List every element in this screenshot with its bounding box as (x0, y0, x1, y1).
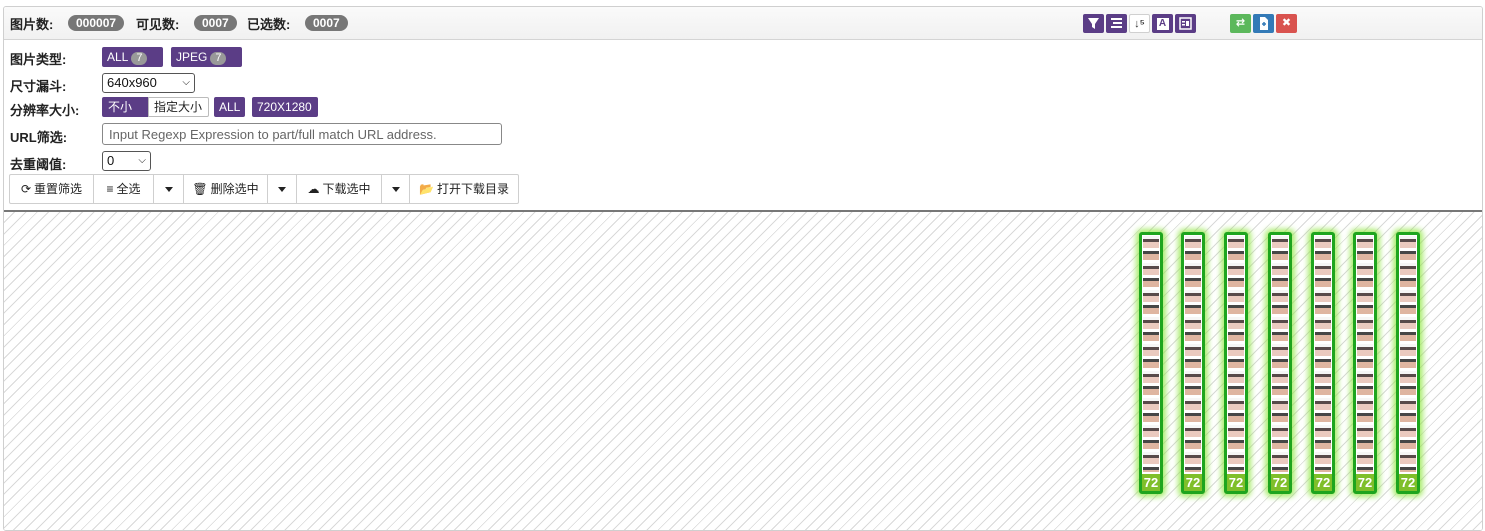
dedup-threshold-label: 去重阈值: (10, 157, 67, 172)
resolution-mode-exact[interactable]: 指定大小 (148, 97, 209, 117)
download-dropdown[interactable] (382, 175, 410, 203)
view-button[interactable] (1175, 14, 1196, 33)
sort-button[interactable]: ↓⁵ (1129, 14, 1150, 33)
filter-button[interactable] (1083, 14, 1104, 33)
type-all-label: ALL (107, 50, 129, 64)
resolution-tag: 72 (1142, 474, 1160, 491)
select-all-dropdown[interactable] (154, 175, 184, 203)
type-jpeg-count: 7 (210, 52, 227, 65)
image-thumbnail[interactable]: 72 (1396, 232, 1420, 494)
download-selected-label: 下载选中 (322, 182, 371, 196)
thumbnail-image (1228, 236, 1244, 472)
total-count-label: 图片数: (10, 17, 54, 32)
resolution-tag: 72 (1399, 474, 1417, 491)
download-selected-button[interactable]: ☁ 下载选中 (297, 175, 382, 203)
resolution-tag: 72 (1227, 474, 1245, 491)
resolution-filter-all[interactable]: ALL (214, 97, 245, 117)
url-filter-label: URL筛选: (10, 130, 68, 145)
reset-filter-button[interactable]: ⟳ 重置筛选 (10, 175, 94, 203)
image-thumbnail[interactable]: 72 (1181, 232, 1205, 494)
image-thumbnail[interactable]: 72 (1224, 232, 1248, 494)
resolution-mode-min[interactable]: 不小于 (102, 97, 148, 132)
resolution-tag: 72 (1356, 474, 1374, 491)
thumbnail-image (1400, 236, 1416, 472)
selected-count-badge: 0007 (305, 15, 348, 31)
select-all-label: 全选 (116, 182, 141, 196)
thumbnail-image (1185, 236, 1201, 472)
delete-selected-label: 删除选中 (210, 182, 259, 196)
visible-count-label: 可见数: (136, 17, 180, 32)
list-icon: ≡ (106, 182, 114, 196)
caret-down-icon (278, 187, 286, 193)
close-button[interactable]: ✖ (1276, 14, 1297, 33)
image-manager-panel: 图片数: 000007 可见数: 0007 已选数: 0007 ↓⁵ A ⇄ ✖… (3, 6, 1483, 531)
refresh-icon: ⟳ (20, 182, 32, 196)
dedup-threshold-select[interactable]: 0 ⌵ (102, 151, 151, 171)
thumbnail-image (1315, 236, 1331, 472)
resolution-label: 分辨率大小: (10, 103, 80, 118)
trash-icon: 🗑 (192, 182, 208, 196)
url-filter-input[interactable] (102, 123, 502, 145)
align-button[interactable] (1106, 14, 1127, 33)
image-thumbnail[interactable]: 72 (1311, 232, 1335, 494)
size-funnel-label: 尺寸漏斗: (10, 79, 67, 94)
type-filter-all[interactable]: ALL 7 (102, 47, 163, 67)
chevron-down-icon: ⌵ (182, 77, 190, 88)
thumbnail-image (1357, 236, 1373, 472)
text-icon: A (1156, 18, 1169, 30)
type-all-count: 7 (131, 52, 148, 65)
stats-bar: 图片数: 000007 可见数: 0007 已选数: 0007 ↓⁵ A ⇄ ✖ (4, 7, 1482, 40)
type-filter-jpeg[interactable]: JPEG 7 (171, 47, 242, 67)
dedup-threshold-value: 0 (107, 153, 115, 168)
swap-button[interactable]: ⇄ (1230, 14, 1251, 33)
delete-selected-button[interactable]: 🗑 删除选中 (184, 175, 268, 203)
open-download-dir-label: 打开下载目录 (436, 182, 509, 196)
resolution-filter-720x1280[interactable]: 720X1280 (252, 97, 318, 117)
export-button[interactable] (1253, 14, 1274, 33)
thumbnail-image (1143, 236, 1159, 472)
reset-filter-label: 重置筛选 (34, 182, 83, 196)
size-funnel-select[interactable]: 640x960 ⌵ (102, 73, 195, 93)
text-button[interactable]: A (1152, 14, 1173, 33)
thumbnail-image (1272, 236, 1288, 472)
close-icon: ✖ (1281, 17, 1292, 29)
folder-open-icon: 📂 (419, 182, 434, 196)
swap-icon: ⇄ (1235, 17, 1246, 29)
caret-down-icon (164, 187, 173, 193)
image-thumbnail[interactable]: 72 (1139, 232, 1163, 494)
cloud-download-icon: ☁ (307, 182, 320, 196)
chevron-down-icon: ⌵ (138, 155, 146, 166)
sort-icon: ↓⁵ (1134, 18, 1145, 30)
resolution-tag: 72 (1271, 474, 1289, 491)
resolution-tag: 72 (1184, 474, 1202, 491)
image-thumbnail[interactable]: 72 (1353, 232, 1377, 494)
size-funnel-value: 640x960 (107, 75, 157, 90)
image-type-label: 图片类型: (10, 52, 67, 67)
resolution-tag: 72 (1314, 474, 1332, 491)
open-download-dir-button[interactable]: 📂 打开下载目录 (410, 175, 518, 203)
image-thumbnail[interactable]: 72 (1268, 232, 1292, 494)
type-jpeg-label: JPEG (176, 50, 208, 64)
total-count-badge: 000007 (68, 15, 125, 31)
image-gallery: 72 72 72 72 72 72 72 (4, 210, 1482, 530)
action-button-group: ⟳ 重置筛选 ≡ 全选 🗑 删除选中 ☁ 下载选中 📂 打开下载目录 (9, 174, 519, 204)
select-all-button[interactable]: ≡ 全选 (94, 175, 154, 203)
visible-count-badge: 0007 (194, 15, 237, 31)
selected-count-label: 已选数: (247, 17, 291, 32)
delete-dropdown[interactable] (268, 175, 297, 203)
caret-down-icon (391, 187, 400, 193)
